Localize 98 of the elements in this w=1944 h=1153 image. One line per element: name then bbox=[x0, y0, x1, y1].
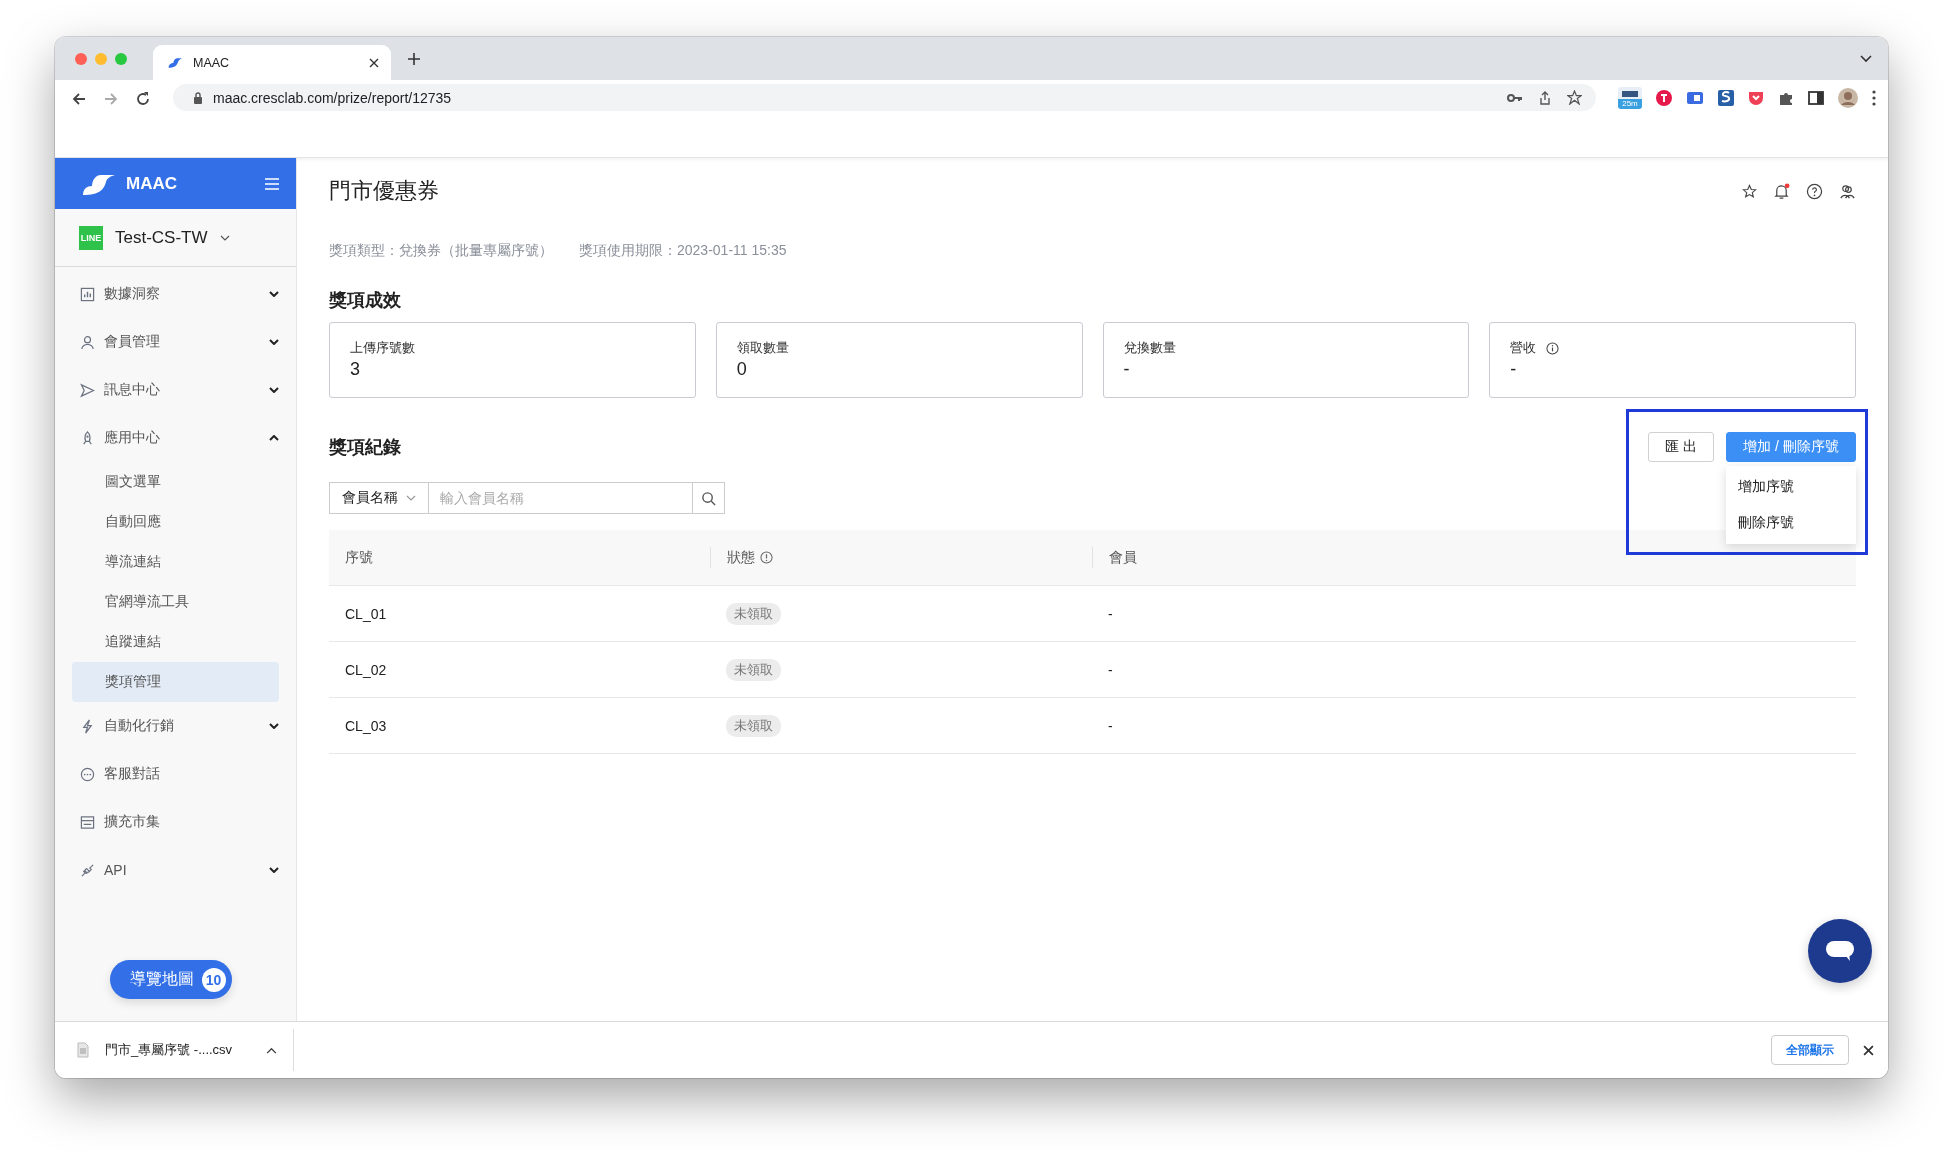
letter-t-extension-icon[interactable] bbox=[1656, 89, 1672, 106]
sidebar-subitem[interactable]: 追蹤連結 bbox=[72, 622, 279, 662]
bell-icon[interactable] bbox=[1773, 182, 1790, 200]
sidebar-item[interactable]: 數據洞察 bbox=[55, 270, 296, 318]
stat-value: 3 bbox=[350, 359, 361, 380]
avatar-icon[interactable] bbox=[1838, 87, 1858, 108]
chevron-down-icon bbox=[269, 387, 279, 393]
stat-label: 營收 bbox=[1510, 339, 1537, 357]
share-icon[interactable] bbox=[1539, 90, 1551, 105]
chevron-up-icon[interactable] bbox=[266, 1046, 277, 1054]
address-bar[interactable]: maac.cresclab.com/prize/report/12735 bbox=[173, 84, 1596, 111]
bird-icon bbox=[167, 56, 183, 69]
search-icon bbox=[701, 490, 716, 506]
key-icon[interactable] bbox=[1507, 92, 1523, 103]
star-icon[interactable] bbox=[1742, 183, 1757, 199]
stat-value: - bbox=[1510, 359, 1518, 380]
window-extension-icon[interactable] bbox=[1686, 90, 1704, 105]
stat-label: 領取數量 bbox=[736, 339, 789, 357]
sidebar-item[interactable]: 訊息中心 bbox=[55, 366, 296, 414]
bolt-icon bbox=[80, 718, 95, 734]
user-icon bbox=[80, 334, 95, 350]
menu-item[interactable]: 增加序號 bbox=[1726, 469, 1856, 505]
rocket-icon bbox=[80, 430, 95, 446]
member-cell: - bbox=[1108, 717, 1113, 734]
menu-item[interactable]: 刪除序號 bbox=[1726, 505, 1856, 541]
serial-cell: CL_03 bbox=[345, 717, 387, 734]
browser-tab[interactable]: MAAC bbox=[153, 45, 391, 80]
page-title: 門市優惠券 bbox=[329, 177, 440, 205]
sidebar-subitem[interactable]: 導流連結 bbox=[72, 542, 279, 582]
stat-value: 0 bbox=[736, 359, 748, 380]
filter-select[interactable]: 會員名稱 bbox=[329, 482, 429, 514]
line-badge: LINE bbox=[79, 225, 103, 250]
chat-icon bbox=[80, 766, 95, 782]
plug-icon bbox=[80, 862, 95, 878]
chevron-down-icon bbox=[269, 291, 279, 297]
speech-bubble-icon bbox=[1825, 939, 1855, 963]
star-icon[interactable] bbox=[1567, 90, 1582, 105]
sidebar-subitem[interactable]: 圖文選單 bbox=[72, 462, 279, 502]
column-header: 會員 bbox=[1109, 548, 1137, 567]
prize-info-text: 獎項類型：兌換券（批量專屬序號） bbox=[329, 242, 553, 260]
member-cell: - bbox=[1108, 661, 1113, 678]
prize-info-text: 獎項使用期限：2023-01-11 15:35 bbox=[579, 242, 787, 260]
stat-value: - bbox=[1123, 359, 1131, 380]
sidebar-icon[interactable] bbox=[1808, 90, 1824, 105]
chevron-down-icon bbox=[406, 495, 416, 501]
stat-label: 上傳序號數 bbox=[350, 339, 415, 357]
download-item[interactable]: 門市_專屬序號 -....csv bbox=[77, 1041, 277, 1059]
more-icon[interactable] bbox=[1872, 89, 1876, 106]
chevron-up-icon bbox=[269, 435, 279, 441]
section-heading: 獎項紀錄 bbox=[329, 436, 401, 459]
serial-cell: CL_01 bbox=[345, 605, 387, 622]
account-switcher[interactable]: LINE Test-CS-TW bbox=[55, 209, 296, 267]
status-tag: 未領取 bbox=[726, 658, 781, 681]
lock-icon bbox=[193, 91, 203, 104]
close-icon[interactable] bbox=[369, 57, 379, 68]
pocket-extension-icon[interactable] bbox=[1748, 89, 1764, 106]
count-badge: 10 bbox=[201, 967, 226, 992]
menu-icon[interactable] bbox=[264, 176, 280, 191]
sidebar-item[interactable]: 自動化行銷 bbox=[55, 702, 296, 750]
close-icon[interactable] bbox=[1863, 1044, 1874, 1056]
sidebar-subitem[interactable]: 獎項管理 bbox=[72, 662, 279, 702]
stat-label: 兌換數量 bbox=[1123, 339, 1176, 357]
chevron-down-icon[interactable] bbox=[1860, 55, 1872, 63]
sidebar-item[interactable]: 應用中心 bbox=[55, 414, 296, 462]
sidebar-item[interactable]: 擴充市集 bbox=[55, 798, 296, 846]
file-icon bbox=[77, 1042, 89, 1058]
sidebar-subitem[interactable]: 自動回應 bbox=[72, 502, 279, 542]
chat-button[interactable] bbox=[1808, 919, 1872, 983]
sidebar-subitem[interactable]: 官網導流工具 bbox=[72, 582, 279, 622]
info-icon[interactable] bbox=[1546, 341, 1560, 355]
section-heading: 獎項成效 bbox=[329, 289, 402, 312]
guide-map-button[interactable]: 導覽地圖 10 bbox=[109, 960, 232, 999]
search-field[interactable]: 輸入會員名稱 bbox=[429, 482, 693, 514]
info-icon[interactable] bbox=[760, 551, 773, 564]
search-button[interactable] bbox=[693, 482, 725, 514]
sidebar-item[interactable]: 客服對話 bbox=[55, 750, 296, 798]
sidebar-item[interactable]: 會員管理 bbox=[55, 318, 296, 366]
status-tag: 未領取 bbox=[726, 602, 781, 625]
new-tab-icon[interactable] bbox=[407, 51, 421, 66]
brand-name: MAAC bbox=[126, 173, 178, 194]
chevron-down-icon bbox=[269, 339, 279, 345]
help-icon[interactable] bbox=[1806, 182, 1823, 200]
chevron-down-icon bbox=[269, 867, 279, 873]
chevron-down-icon bbox=[269, 723, 279, 729]
store-icon bbox=[80, 814, 95, 830]
export-button[interactable]: 匯 出 bbox=[1648, 432, 1714, 462]
member-cell: - bbox=[1108, 605, 1113, 622]
sidebar-item[interactable]: API bbox=[55, 846, 296, 894]
users-icon[interactable] bbox=[1839, 182, 1856, 200]
chevron-down-icon bbox=[219, 234, 230, 241]
serial-cell: CL_02 bbox=[345, 661, 387, 678]
show-all-button[interactable]: 全部顯示 bbox=[1771, 1035, 1849, 1065]
column-header: 狀態 bbox=[727, 548, 755, 567]
square-extension-icon[interactable] bbox=[1718, 89, 1734, 106]
send-icon bbox=[80, 382, 95, 398]
chart-icon bbox=[80, 286, 95, 302]
column-header: 序號 bbox=[345, 548, 373, 567]
status-tag: 未領取 bbox=[726, 714, 781, 737]
